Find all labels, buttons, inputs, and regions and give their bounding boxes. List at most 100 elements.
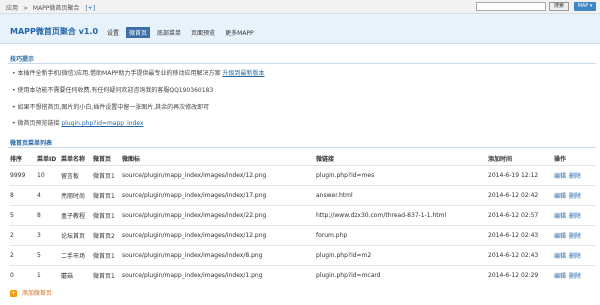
edit-link[interactable]: 编辑 — [554, 193, 566, 200]
edit-link[interactable]: 编辑 — [554, 253, 566, 260]
cell-icon: source/plugin/mapp_index/images/index/12… — [122, 224, 316, 245]
add-label: 添加微首页 — [21, 290, 52, 297]
cell-id: 8 — [37, 204, 61, 225]
delete-link[interactable]: 删除 — [569, 193, 581, 200]
cell-icon: source/plugin/mapp_index/images/index/8.… — [122, 244, 316, 265]
table-row: 5 8 盒子教程 微首页1 source/plugin/mapp_index/i… — [10, 204, 596, 225]
col-actions: 操作 — [554, 156, 567, 164]
tip-item: • 使用本功能不需要任何收费,有任何疑问欢迎咨询我的客服QQ190360183 — [12, 85, 213, 94]
table-row: 9999 10 留言板 微首页1 source/plugin/mapp_inde… — [10, 164, 596, 185]
col-added-time: 添加时间 — [488, 156, 513, 164]
tip-text: • 微首页预览链接 — [12, 120, 60, 127]
cell-sort: 2 — [10, 244, 37, 265]
tab-micro-home[interactable]: 微首页 — [126, 27, 151, 38]
tab-more-mapp[interactable]: 更多MAPP — [222, 27, 257, 38]
map-menu-button[interactable]: MAP ▾ — [574, 2, 596, 11]
crumb-add-link[interactable]: [+] — [85, 5, 95, 12]
col-icon: 微图标 — [122, 156, 141, 164]
edit-link[interactable]: 编辑 — [554, 233, 566, 240]
cell-sort: 8 — [10, 184, 37, 205]
col-link: 微链接 — [316, 156, 335, 164]
tab-settings[interactable]: 设置 — [104, 27, 122, 38]
cell-time: 2014-6-12 02:43 — [488, 224, 554, 245]
cell-name: 论坛首页 — [61, 224, 93, 245]
delete-link[interactable]: 删除 — [569, 253, 581, 260]
cell-icon: source/plugin/mapp_index/images/index/22… — [122, 204, 316, 225]
cell-time: 2014-6-12 02:57 — [488, 204, 554, 225]
cell-name: 留言板 — [61, 164, 93, 185]
cell-time: 2014-6-19 12:12 — [488, 164, 554, 185]
breadcrumb: 应用 > MAPP微首页聚合 [+] — [6, 3, 95, 12]
tip-item: • 本插件全新手机(微信)应用,借助MAPP助力手提供最专业的移动应用解决方案 … — [12, 68, 265, 77]
edit-link[interactable]: 编辑 — [554, 173, 566, 180]
tip-item: • 如果不想搭首页,图片的小白,插件设置中留一张图片,其余的再次修改即可 — [12, 102, 209, 111]
cell-sort: 2 — [10, 224, 37, 245]
cell-home: 微首页1 — [93, 184, 122, 205]
col-micro-home: 微首页 — [93, 156, 112, 164]
cell-link: answer.html — [316, 184, 488, 205]
cell-home: 微首页1 — [93, 164, 122, 185]
tab-bottom-menu[interactable]: 底部菜单 — [154, 27, 184, 38]
top-bar: 应用 > MAPP微首页聚合 [+] 搜索 MAP ▾ — [0, 0, 600, 14]
cell-actions: 编辑 删除 — [554, 264, 596, 285]
edit-link[interactable]: 编辑 — [554, 213, 566, 220]
table-row: 2 3 论坛首页 微首页2 source/plugin/mapp_index/i… — [10, 224, 596, 245]
tip-text: • 如果不想搭首页,图片的小白,插件设置中留一张图片,其余的再次修改即可 — [12, 104, 210, 111]
tip-text: • 使用本功能不需要任何收费,有任何疑问欢迎咨询我的客服QQ190360183 — [12, 87, 214, 94]
cell-id: 5 — [37, 244, 61, 265]
cell-id: 4 — [37, 184, 61, 205]
table-row: 8 4 亮丽时尚 微首页1 source/plugin/mapp_index/i… — [10, 184, 596, 205]
cell-id: 3 — [37, 224, 61, 245]
cell-actions: 编辑 删除 — [554, 164, 596, 185]
cell-icon: source/plugin/mapp_index/images/index/12… — [122, 164, 316, 185]
cell-name: 蘑菇 — [61, 264, 93, 285]
col-menu-id: 菜单ID — [37, 156, 57, 164]
cell-icon: source/plugin/mapp_index/images/index/17… — [122, 184, 316, 205]
tab-preview[interactable]: 页面预览 — [188, 27, 218, 38]
delete-link[interactable]: 删除 — [569, 213, 581, 220]
cell-home: 微首页2 — [93, 224, 122, 245]
cell-actions: 编辑 删除 — [554, 184, 596, 205]
cell-sort: 0 — [10, 264, 37, 285]
table-row: 0 1 蘑菇 微首页1 source/plugin/mapp_index/ima… — [10, 264, 596, 285]
divider — [8, 63, 596, 64]
cell-link: plugin.php?id=m2 — [316, 244, 488, 265]
crumb-separator: > — [22, 5, 28, 12]
tips-heading: 技巧提示 — [10, 56, 35, 63]
cell-id: 1 — [37, 264, 61, 285]
plus-icon: + — [10, 290, 17, 297]
crumb-app[interactable]: 应用 — [6, 5, 18, 12]
table-row: 2 5 二手市场 微首页1 source/plugin/mapp_index/i… — [10, 244, 596, 265]
cell-actions: 编辑 删除 — [554, 244, 596, 265]
cell-icon: source/plugin/mapp_index/images/index/1.… — [122, 264, 316, 285]
search-button[interactable]: 搜索 — [549, 2, 569, 11]
cell-time: 2014-6-12 02:29 — [488, 264, 554, 285]
plugin-header: MAPP微首页聚合 v1.0 设置 微首页 底部菜单 页面预览 更多MAPP — [0, 14, 600, 44]
preview-link[interactable]: plugin.php?id=mapp_index — [61, 120, 143, 127]
cell-home: 微首页1 — [93, 264, 122, 285]
table-heading: 微首页菜单列表 — [10, 140, 53, 147]
add-micro-home-button[interactable]: + 添加微首页 — [10, 288, 52, 297]
cell-actions: 编辑 删除 — [554, 204, 596, 225]
search-input[interactable] — [476, 2, 546, 11]
cell-name: 亮丽时尚 — [61, 184, 93, 205]
delete-link[interactable]: 删除 — [569, 273, 581, 280]
edit-link[interactable]: 编辑 — [554, 273, 566, 280]
cell-actions: 编辑 删除 — [554, 224, 596, 245]
divider — [8, 147, 596, 148]
tip-item: • 微首页预览链接 plugin.php?id=mapp_index — [12, 118, 144, 127]
tip-text: • 本插件全新手机(微信)应用,借助MAPP助力手提供最专业的移动应用解决方案 — [12, 70, 221, 77]
delete-link[interactable]: 删除 — [569, 173, 581, 180]
menu-table: 排序 菜单ID 菜单名称 微首页 微图标 微链接 添加时间 操作 9999 10… — [10, 153, 596, 285]
cell-time: 2014-6-12 02:42 — [488, 184, 554, 205]
cell-time: 2014-6-12 02:43 — [488, 244, 554, 265]
cell-link: plugin.php?id=mcard — [316, 264, 488, 285]
cell-home: 微首页1 — [93, 204, 122, 225]
cell-link: plugin.php?id=mes — [316, 164, 488, 185]
upgrade-link[interactable]: 升级到最新版本 — [222, 70, 264, 77]
col-menu-name: 菜单名称 — [61, 156, 86, 164]
delete-link[interactable]: 删除 — [569, 233, 581, 240]
table-header-row: 排序 菜单ID 菜单名称 微首页 微图标 微链接 添加时间 操作 — [10, 153, 596, 165]
cell-id: 10 — [37, 164, 61, 185]
crumb-page[interactable]: MAPP微首页聚合 — [33, 5, 80, 12]
